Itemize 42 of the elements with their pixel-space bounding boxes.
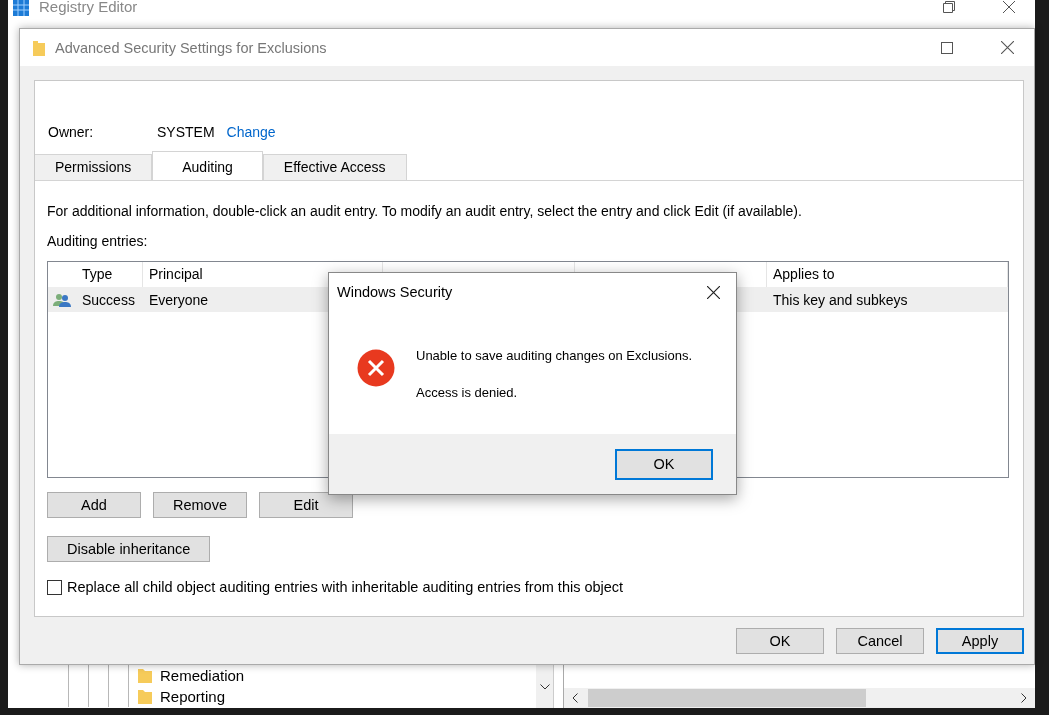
tab[interactable]: Auditing [152,151,263,180]
entry-button[interactable]: Edit [259,492,353,518]
scroll-left-icon[interactable] [572,693,578,703]
horizontal-scrollbar[interactable] [564,688,1035,708]
info-text: For additional information, double-click an audit entry. To modify an audit entry, select the entry and click Edit (if available). [47,203,803,219]
disable-inheritance-button[interactable]: Disable inheritance [47,536,211,562]
tab[interactable]: Permissions [35,154,153,180]
checkbox-label[interactable]: Replace all child object auditing entries with inheritable auditing entries from this object [67,579,624,595]
entry-button[interactable]: Remove [153,492,247,518]
close-icon[interactable] [1003,0,1015,13]
restore-icon[interactable] [943,0,955,13]
scroll-right-icon[interactable] [1021,693,1027,703]
entry-button[interactable]: Add [47,492,141,518]
tab[interactable]: Effective Access [262,154,407,180]
error-icon [357,349,395,387]
users-icon [53,292,71,307]
ok-button[interactable]: OK [615,448,713,480]
close-icon[interactable] [707,285,720,299]
tree-item[interactable]: Remediation [160,667,245,684]
window-title: Registry Editor [39,0,138,15]
dialog-button[interactable]: Apply [936,628,1024,654]
dialog-button[interactable]: OK [736,628,824,654]
table-cell-text: This key and subkeys [772,291,909,308]
error-detail: Access is denied. [416,385,519,400]
owner-name: SYSTEM [157,124,215,140]
table-cell-text: Success [81,291,136,308]
checkbox[interactable] [47,579,62,595]
section-label: Auditing entries: [47,233,149,249]
scroll-down-icon[interactable] [539,683,550,690]
scrollbar-thumb[interactable] [588,689,866,707]
registry-icon [13,0,31,16]
dialog-title: Windows Security [337,284,453,300]
change-link[interactable]: Change [226,124,276,140]
owner-label: Owner: [48,124,95,140]
tree-item[interactable]: Reporting [160,688,226,705]
window-title: Advanced Security Settings for Exclusions [55,39,327,56]
error-message: Unable to save auditing changes on Exclusions. [416,348,693,363]
close-icon[interactable] [1001,41,1014,54]
maximize-icon[interactable] [941,41,953,54]
vertical-scrollbar[interactable] [536,665,553,708]
folder-icon [33,39,45,56]
dialog-button[interactable]: Cancel [836,628,924,654]
